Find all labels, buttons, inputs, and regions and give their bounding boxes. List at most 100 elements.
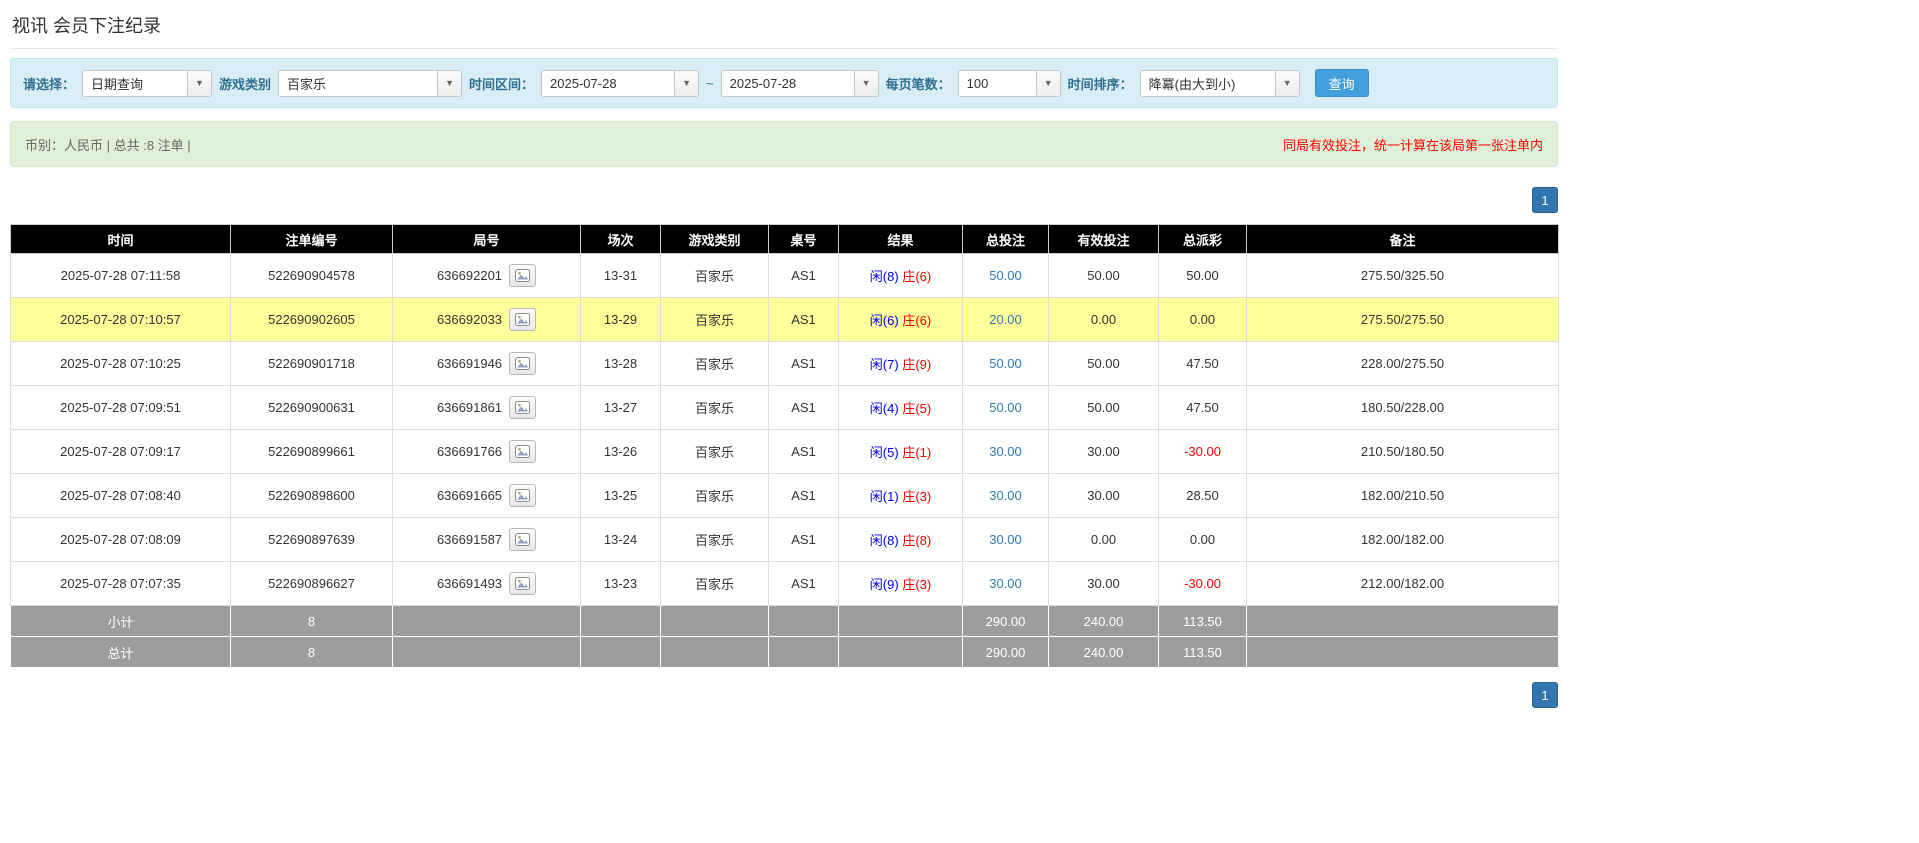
- round-id-value: 636691665: [437, 488, 502, 503]
- header-table-no: 桌号: [769, 225, 839, 254]
- cell-note: 275.50/275.50: [1247, 298, 1559, 342]
- cell-round-id: 636691665: [393, 474, 581, 518]
- range-separator: ~: [706, 76, 714, 91]
- total-bet-link[interactable]: 50.00: [989, 356, 1022, 371]
- total-bet-link[interactable]: 50.00: [989, 268, 1022, 283]
- total-bet-link[interactable]: 50.00: [989, 400, 1022, 415]
- cell-valid-bet: 0.00: [1049, 298, 1159, 342]
- chevron-down-icon[interactable]: ▼: [437, 71, 461, 96]
- table-row: 2025-07-28 07:11:58 522690904578 6366922…: [11, 254, 1559, 298]
- round-id-value: 636692201: [437, 268, 502, 283]
- cell-total-bet: 30.00: [963, 518, 1049, 562]
- table-row: 2025-07-28 07:07:35 522690896627 6366914…: [11, 562, 1559, 606]
- time-range-label: 时间区间：: [469, 74, 534, 93]
- cell-bet-id: 522690900631: [231, 386, 393, 430]
- cell-time: 2025-07-28 07:07:35: [11, 562, 231, 606]
- replay-button[interactable]: [509, 352, 536, 375]
- cell-note: 180.50/228.00: [1247, 386, 1559, 430]
- cell-session: 13-23: [581, 562, 661, 606]
- chevron-down-icon[interactable]: ▼: [187, 71, 211, 96]
- cell-game-type: 百家乐: [661, 254, 769, 298]
- replay-button[interactable]: [509, 396, 536, 419]
- table-row: 2025-07-28 07:09:17 522690899661 6366917…: [11, 430, 1559, 474]
- date-from-select[interactable]: 2025-07-28 ▼: [541, 70, 699, 97]
- table-row: 2025-07-28 07:08:40 522690898600 6366916…: [11, 474, 1559, 518]
- cell-round-id: 636692033: [393, 298, 581, 342]
- cell-note: 182.00/182.00: [1247, 518, 1559, 562]
- cell-total-payout: 47.50: [1159, 386, 1247, 430]
- cell-game-type: 百家乐: [661, 298, 769, 342]
- cell-bet-id: 522690897639: [231, 518, 393, 562]
- currency-total-text: 币别：人民币 | 总共 :8 注单 |: [25, 135, 191, 154]
- result-player: 闲(1): [870, 489, 899, 504]
- search-button[interactable]: 查询: [1315, 69, 1369, 97]
- query-type-select[interactable]: 日期查询 ▼: [82, 70, 212, 97]
- replay-icon: [515, 313, 530, 326]
- page-size-select[interactable]: 100 ▼: [958, 70, 1061, 97]
- result-player: 闲(7): [870, 357, 899, 372]
- result-banker: 庄(5): [902, 401, 931, 416]
- total-bet-link[interactable]: 30.00: [989, 444, 1022, 459]
- cell-total-bet: 30.00: [963, 562, 1049, 606]
- subtotal-label: 小计: [11, 606, 231, 637]
- result-banker: 庄(3): [902, 577, 931, 592]
- chevron-down-icon[interactable]: ▼: [1036, 71, 1060, 96]
- header-round-id: 局号: [393, 225, 581, 254]
- total-bet-link[interactable]: 20.00: [989, 312, 1022, 327]
- result-banker: 庄(3): [902, 489, 931, 504]
- page-button-1[interactable]: 1: [1532, 682, 1558, 708]
- page-size-label: 每页笔数：: [886, 74, 951, 93]
- cell-session: 13-25: [581, 474, 661, 518]
- cell-time: 2025-07-28 07:09:17: [11, 430, 231, 474]
- cell-table-no: AS1: [769, 562, 839, 606]
- date-to-select[interactable]: 2025-07-28 ▼: [721, 70, 879, 97]
- cell-table-no: AS1: [769, 298, 839, 342]
- table-header-row: 时间 注单编号 局号 场次 游戏类别 桌号 结果 总投注 有效投注 总派彩 备注: [11, 225, 1559, 254]
- replay-button[interactable]: [509, 440, 536, 463]
- cell-time: 2025-07-28 07:09:51: [11, 386, 231, 430]
- sort-order-label: 时间排序：: [1068, 74, 1133, 93]
- cell-note: 212.00/182.00: [1247, 562, 1559, 606]
- total-bet-link[interactable]: 30.00: [989, 488, 1022, 503]
- total-count: 8: [231, 637, 393, 668]
- round-id-value: 636691946: [437, 356, 502, 371]
- query-type-value: 日期查询: [83, 74, 187, 93]
- grand-total-row: 总计 8 290.00 240.00 113.50: [11, 637, 1559, 668]
- cell-table-no: AS1: [769, 386, 839, 430]
- result-banker: 庄(1): [902, 445, 931, 460]
- cell-round-id: 636691587: [393, 518, 581, 562]
- replay-button[interactable]: [509, 572, 536, 595]
- replay-button[interactable]: [509, 264, 536, 287]
- chevron-down-icon[interactable]: ▼: [1275, 71, 1299, 96]
- table-row: 2025-07-28 07:09:51 522690900631 6366918…: [11, 386, 1559, 430]
- chevron-down-icon[interactable]: ▼: [854, 71, 878, 96]
- cell-total-payout: 47.50: [1159, 342, 1247, 386]
- cell-table-no: AS1: [769, 474, 839, 518]
- cell-session: 13-31: [581, 254, 661, 298]
- cell-round-id: 636692201: [393, 254, 581, 298]
- sort-order-select[interactable]: 降冪(由大到小) ▼: [1140, 70, 1300, 97]
- round-id-value: 636691493: [437, 576, 502, 591]
- game-type-select[interactable]: 百家乐 ▼: [278, 70, 462, 97]
- replay-button[interactable]: [509, 484, 536, 507]
- cell-game-type: 百家乐: [661, 430, 769, 474]
- total-total-bet: 290.00: [963, 637, 1049, 668]
- select-type-label: 请选择：: [23, 74, 75, 93]
- page-button-1[interactable]: 1: [1532, 187, 1558, 213]
- replay-button[interactable]: [509, 528, 536, 551]
- pagination-bottom: 1: [10, 682, 1558, 718]
- cell-result: 闲(5) 庄(1): [839, 430, 963, 474]
- page: 视讯 会员下注纪录 请选择： 日期查询 ▼ 游戏类别 百家乐 ▼ 时间区间： 2…: [10, 0, 1558, 718]
- cell-result: 闲(8) 庄(8): [839, 518, 963, 562]
- replay-button[interactable]: [509, 308, 536, 331]
- cell-note: 182.00/210.50: [1247, 474, 1559, 518]
- replay-icon: [515, 489, 530, 502]
- cell-valid-bet: 50.00: [1049, 254, 1159, 298]
- chevron-down-icon[interactable]: ▼: [674, 71, 698, 96]
- header-note: 备注: [1247, 225, 1559, 254]
- total-bet-link[interactable]: 30.00: [989, 532, 1022, 547]
- total-bet-link[interactable]: 30.00: [989, 576, 1022, 591]
- cell-valid-bet: 30.00: [1049, 430, 1159, 474]
- cell-result: 闲(1) 庄(3): [839, 474, 963, 518]
- result-banker: 庄(6): [902, 269, 931, 284]
